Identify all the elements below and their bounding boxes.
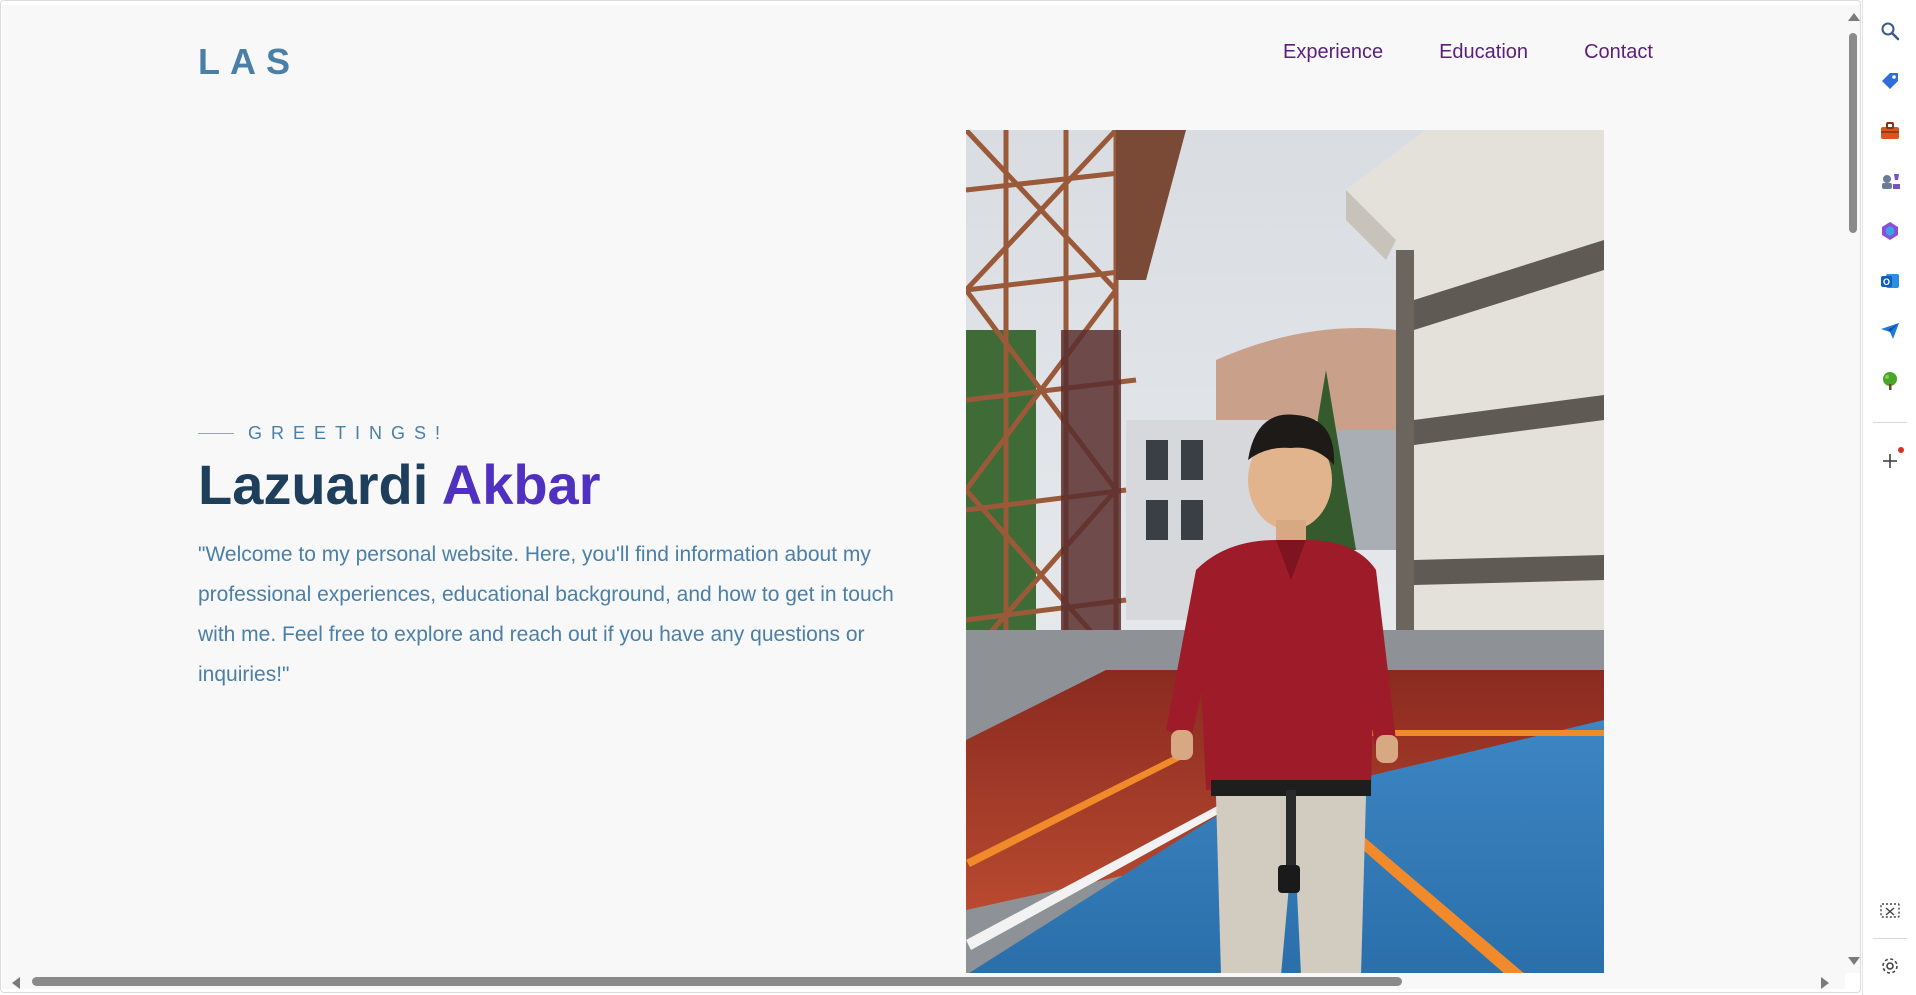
profile-photo-image xyxy=(966,130,1604,973)
tag-icon[interactable] xyxy=(1876,67,1904,95)
nav-education-link[interactable]: Education xyxy=(1439,41,1528,64)
greeting-row: GREETINGS! xyxy=(198,423,449,444)
browser-window: LAS Experience Education Contact GREETIN… xyxy=(0,0,1916,995)
scroll-right-arrow-icon[interactable] xyxy=(1821,977,1829,989)
hero-intro: "Welcome to my personal website. Here, y… xyxy=(198,543,894,686)
send-icon[interactable] xyxy=(1876,317,1904,345)
nav-contact-link[interactable]: Contact xyxy=(1584,41,1653,64)
greeting-text: GREETINGS! xyxy=(248,423,450,443)
hero-first-name: Lazuardi xyxy=(198,453,429,516)
add-icon[interactable] xyxy=(1876,447,1904,475)
copilot-icon[interactable] xyxy=(1876,217,1904,245)
tree-icon[interactable] xyxy=(1876,367,1904,395)
horizontal-scrollbar[interactable] xyxy=(2,973,1845,989)
scroll-down-arrow-icon[interactable] xyxy=(1848,957,1860,965)
side-panel-divider xyxy=(1873,422,1907,423)
briefcase-icon[interactable] xyxy=(1876,117,1904,145)
search-icon[interactable] xyxy=(1876,17,1904,45)
profile-photo xyxy=(966,130,1604,973)
browser-side-panel: O xyxy=(1862,0,1916,995)
greeting-divider xyxy=(198,433,234,434)
scroll-up-arrow-icon[interactable] xyxy=(1848,13,1860,21)
page-viewport: LAS Experience Education Contact GREETIN… xyxy=(2,5,1845,973)
scroll-left-arrow-icon[interactable] xyxy=(12,977,20,989)
main-nav: Experience Education Contact xyxy=(1283,41,1653,64)
hero-name: Lazuardi Akbar xyxy=(198,453,600,517)
vertical-scrollbar[interactable] xyxy=(1845,5,1861,973)
svg-text:O: O xyxy=(1883,277,1890,287)
outlook-icon[interactable]: O xyxy=(1876,267,1904,295)
settings-icon[interactable] xyxy=(1876,952,1904,980)
hero-last-name: Akbar xyxy=(441,453,601,516)
notification-dot xyxy=(1898,447,1904,453)
vertical-scroll-thumb[interactable] xyxy=(1849,33,1857,233)
side-panel-divider-bottom xyxy=(1873,938,1907,939)
games-icon[interactable] xyxy=(1876,167,1904,195)
screenshot-icon[interactable] xyxy=(1876,897,1904,925)
horizontal-scroll-thumb[interactable] xyxy=(32,977,1402,986)
nav-experience-link[interactable]: Experience xyxy=(1283,41,1383,64)
site-logo[interactable]: LAS xyxy=(198,41,300,83)
